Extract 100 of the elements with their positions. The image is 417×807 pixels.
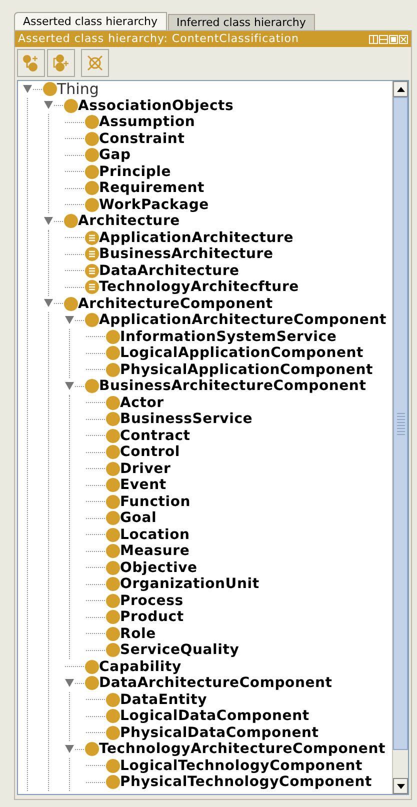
class-label[interactable]: LogicalDataComponent xyxy=(120,708,310,724)
class-icon xyxy=(106,758,120,773)
expand-toggle-icon[interactable] xyxy=(65,678,74,688)
expand-toggle-icon[interactable] xyxy=(44,299,53,308)
class-icon xyxy=(85,742,99,756)
view-tab[interactable]: Asserted class hierarchy xyxy=(14,12,167,30)
class-icon xyxy=(106,726,120,740)
scrollbar[interactable] xyxy=(392,81,408,794)
class-label[interactable]: Product xyxy=(120,609,184,626)
class-label[interactable]: AssociationObjects xyxy=(78,98,234,114)
class-label[interactable]: Architecture xyxy=(78,213,180,230)
class-icon xyxy=(64,296,78,311)
class-label[interactable]: Goal xyxy=(120,510,157,526)
class-label[interactable]: DataArchitecture xyxy=(99,262,240,279)
defined-class-icon xyxy=(85,280,99,294)
split-view-icon[interactable] xyxy=(369,34,378,44)
expand-toggle-icon[interactable] xyxy=(44,216,53,226)
class-icon xyxy=(106,610,120,624)
class-icon xyxy=(106,494,120,509)
expand-toggle-icon[interactable] xyxy=(23,84,32,94)
scroll-up-button[interactable] xyxy=(393,81,408,97)
class-label[interactable]: Process xyxy=(120,592,184,609)
class-label[interactable]: Capability xyxy=(99,658,182,675)
class-icon xyxy=(64,214,78,228)
class-label[interactable]: ArchitectureComponent xyxy=(78,296,273,312)
class-label[interactable]: BusinessArchitecture xyxy=(99,246,274,262)
class-label[interactable]: Actor xyxy=(120,394,164,411)
expand-toggle-icon[interactable] xyxy=(65,316,74,325)
class-label[interactable]: Requirement xyxy=(99,180,205,196)
class-label[interactable]: PhysicalDataComponent xyxy=(120,724,319,741)
class-icon xyxy=(106,643,120,658)
class-label[interactable]: Control xyxy=(120,444,180,460)
class-label[interactable]: PhysicalApplicationComponent xyxy=(120,362,373,378)
defined-class-icon xyxy=(85,247,99,262)
class-label[interactable]: TechnologyArchitecfture xyxy=(99,279,299,296)
class-label[interactable]: InformationSystemService xyxy=(120,328,337,345)
class-label[interactable]: ApplicationArchitectureComponent xyxy=(99,312,386,328)
class-label[interactable]: LogicalApplicationComponent xyxy=(120,345,364,362)
class-icon xyxy=(106,462,120,476)
class-label[interactable]: BusinessService xyxy=(120,411,253,428)
class-label[interactable]: Thing xyxy=(57,81,99,98)
class-icon xyxy=(106,346,120,360)
class-label[interactable]: Function xyxy=(120,494,191,510)
class-label[interactable]: Driver xyxy=(120,460,171,477)
class-icon xyxy=(85,181,99,196)
minimize-view-icon[interactable] xyxy=(379,34,388,44)
class-icon xyxy=(85,148,99,162)
up-arrow-icon xyxy=(396,86,404,92)
class-label[interactable]: ServiceQuality xyxy=(120,642,240,658)
delete-class-icon xyxy=(86,54,104,72)
expand-toggle-icon[interactable] xyxy=(65,382,74,391)
class-icon xyxy=(85,676,99,690)
add-subclass-icon xyxy=(22,54,40,72)
class-label[interactable]: TechnologyArchitectureComponent xyxy=(99,741,386,758)
class-label[interactable]: DataArchitectureComponent xyxy=(99,675,332,692)
class-label[interactable]: Role xyxy=(120,626,156,642)
class-icon xyxy=(85,379,99,394)
class-label[interactable]: Contract xyxy=(120,428,190,444)
class-icon xyxy=(106,330,120,344)
expand-toggle-icon[interactable] xyxy=(44,101,53,110)
close-view-icon[interactable] xyxy=(399,34,408,44)
view-tab[interactable]: Inferred class hierarchy xyxy=(168,14,315,30)
class-label[interactable]: Gap xyxy=(99,147,131,164)
class-icon xyxy=(106,560,120,575)
view-title: Asserted class hierarchy: ContentClassification xyxy=(18,32,299,46)
class-label[interactable]: Measure xyxy=(120,543,190,560)
scroll-down-button[interactable] xyxy=(393,778,408,794)
maximize-view-icon[interactable] xyxy=(389,34,398,44)
class-label[interactable]: Event xyxy=(120,477,166,494)
class-label[interactable]: OrganizationUnit xyxy=(120,576,260,592)
class-icon xyxy=(106,511,120,526)
defined-class-icon xyxy=(85,230,99,245)
class-label[interactable]: Objective xyxy=(120,560,198,576)
class-icon xyxy=(85,132,99,146)
class-icon xyxy=(106,396,120,410)
class-label[interactable]: Location xyxy=(120,526,190,543)
class-icon xyxy=(106,445,120,460)
class-label[interactable]: BusinessArchitectureComponent xyxy=(99,378,366,394)
class-icon xyxy=(106,692,120,707)
class-icon xyxy=(106,544,120,558)
class-icon xyxy=(106,594,120,608)
expand-toggle-icon[interactable] xyxy=(65,744,74,754)
class-icon xyxy=(106,775,120,790)
class-icon xyxy=(106,528,120,542)
class-label[interactable]: DataEntity xyxy=(120,692,208,708)
add-sibling-icon xyxy=(52,54,70,72)
class-label[interactable]: PhysicalTechnologyComponent xyxy=(120,774,372,790)
class-label[interactable]: Assumption xyxy=(99,114,196,130)
class-icon xyxy=(106,626,120,641)
class-label[interactable]: LogicalTechnologyComponent xyxy=(120,758,363,774)
class-icon xyxy=(43,82,57,96)
class-icon xyxy=(106,362,120,377)
class-label[interactable]: Principle xyxy=(99,164,172,180)
class-icon xyxy=(85,313,99,328)
class-label[interactable]: Constraint xyxy=(99,130,185,147)
class-label[interactable]: WorkPackage xyxy=(99,196,209,213)
down-arrow-icon xyxy=(396,784,404,788)
class-label[interactable]: ApplicationArchitecture xyxy=(99,230,294,246)
class-icon xyxy=(106,478,120,492)
class-icon xyxy=(106,428,120,443)
